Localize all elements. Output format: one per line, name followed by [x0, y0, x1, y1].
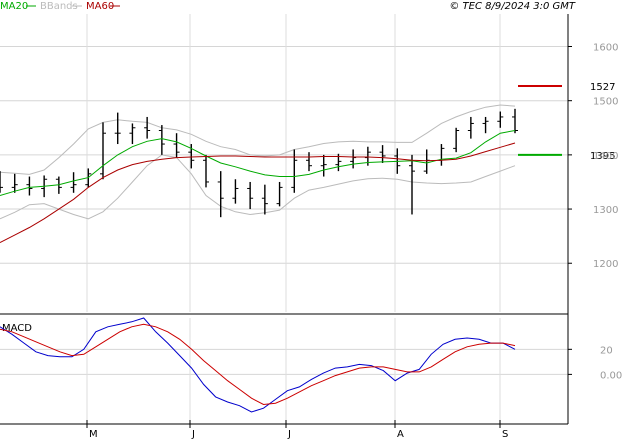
- source-credit: © TEC 8/9/2024 3:0 GMT: [449, 1, 576, 12]
- price-y-tick-label: 1400: [593, 151, 618, 162]
- macd-y-tick-label: 0.00: [600, 370, 622, 381]
- x-tick-label: M: [89, 429, 98, 440]
- x-tick-label: J: [287, 429, 291, 440]
- legend-ma60-label: MA60: [86, 1, 114, 12]
- macd-y-tick-label: 20: [600, 345, 613, 356]
- price-y-tick-label: 1600: [593, 43, 618, 54]
- macd-title: MACD: [2, 323, 32, 334]
- x-tick-label: S: [502, 429, 508, 440]
- price-y-tick-label: 1500: [593, 97, 618, 108]
- x-tick-label: J: [191, 429, 195, 440]
- price-y-tick-label: 1200: [593, 259, 618, 270]
- chart-canvas: MA20 BBands MA60 © TEC 8/9/2024 3:0 GMT …: [0, 0, 627, 440]
- price-y-tick-label: 1300: [593, 205, 618, 216]
- level-label: 1527: [590, 82, 615, 93]
- legend-ma20-label: MA20: [0, 1, 28, 12]
- x-tick-label: A: [397, 429, 404, 440]
